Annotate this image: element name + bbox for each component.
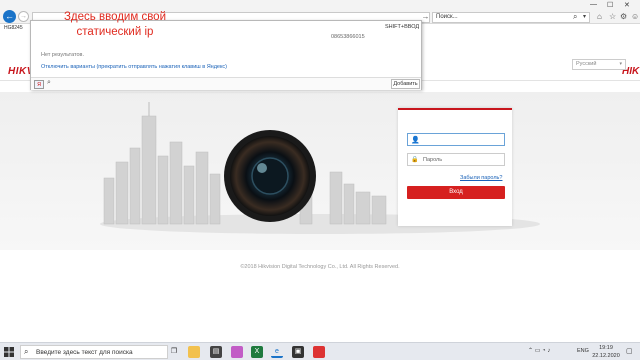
star-icon[interactable]: ☆ bbox=[609, 12, 616, 22]
add-button[interactable]: Добавить bbox=[391, 79, 420, 89]
gear-icon[interactable]: ⚙ bbox=[620, 12, 627, 22]
language-select[interactable]: Русский ▾ bbox=[572, 59, 626, 70]
maximize-icon[interactable]: ☐ bbox=[607, 1, 613, 9]
clock[interactable]: 19:19 22.12.2020 bbox=[591, 344, 621, 360]
annotation-text: Здесь вводим свой статический ip bbox=[40, 10, 190, 40]
suggestion-item[interactable]: 08653866015 bbox=[331, 34, 365, 40]
internet-explorer-icon[interactable]: e bbox=[271, 346, 283, 358]
no-results-text: Нет результатов. bbox=[41, 52, 84, 58]
password-input[interactable]: 🔒 Пароль bbox=[407, 153, 505, 166]
windows-start-icon[interactable] bbox=[3, 346, 15, 358]
file-explorer-icon[interactable] bbox=[188, 346, 200, 358]
search-icon[interactable]: ⌕ bbox=[573, 12, 577, 22]
notification-icon[interactable]: ▢ bbox=[626, 347, 633, 355]
chevron-down-icon[interactable]: ▾ bbox=[583, 12, 586, 22]
back-button[interactable]: ← bbox=[3, 10, 16, 23]
home-icon[interactable]: ⌂ bbox=[597, 12, 602, 22]
app-icon-2[interactable]: ▣ bbox=[292, 346, 304, 358]
username-input[interactable]: 👤 bbox=[407, 133, 505, 146]
clock-date: 22.12.2020 bbox=[592, 353, 620, 359]
user-icon: 👤 bbox=[411, 137, 420, 144]
disable-suggestions-link[interactable]: Отключить варианты (прекратить отправлят… bbox=[41, 64, 227, 70]
input-language[interactable]: ENG bbox=[577, 348, 589, 354]
taskbar-search-input[interactable]: ⌕ Введите здесь текст для поиска bbox=[20, 345, 168, 359]
minimize-icon[interactable]: — bbox=[590, 1, 597, 8]
app-icon-3[interactable] bbox=[313, 346, 325, 358]
task-view-icon[interactable]: ❐ bbox=[168, 346, 180, 358]
hero-banner bbox=[0, 92, 640, 250]
search-icon[interactable]: ⌕ bbox=[47, 79, 51, 87]
forgot-password-link[interactable]: Забыли пароль? bbox=[460, 175, 502, 181]
dropdown-footer: Я ⌕ Добавить bbox=[31, 77, 421, 90]
chevron-down-icon: ▾ bbox=[619, 61, 622, 67]
forward-button[interactable]: → bbox=[18, 11, 29, 22]
password-placeholder: Пароль bbox=[423, 157, 443, 163]
copyright-text: ©2018 Hikvision Digital Technology Co., … bbox=[240, 264, 400, 270]
language-value: Русский bbox=[576, 61, 597, 67]
login-button[interactable]: Вход bbox=[407, 186, 505, 199]
viber-icon[interactable] bbox=[231, 346, 243, 358]
login-panel: 👤 🔒 Пароль Забыли пароль? Вход bbox=[398, 108, 512, 226]
shortcut-hint: SHIFT+ВВОД bbox=[385, 24, 420, 30]
city-illustration bbox=[100, 102, 540, 234]
search-icon: ⌕ bbox=[24, 347, 29, 356]
annotation-line-2: статический ip bbox=[76, 26, 154, 38]
camera-lens-icon bbox=[224, 130, 316, 222]
browser-search-input[interactable]: Поиск... bbox=[432, 12, 590, 23]
smiley-icon[interactable]: ☺ bbox=[631, 12, 639, 22]
taskbar: ⌕ Введите здесь текст для поиска ❐ ▤ X e… bbox=[0, 342, 640, 360]
system-tray-icons[interactable]: ⌃ ▭ ◔ ♪ bbox=[528, 347, 550, 354]
yandex-icon[interactable]: Я bbox=[34, 80, 44, 89]
app-icon[interactable]: ▤ bbox=[210, 346, 222, 358]
taskbar-search-placeholder: Введите здесь текст для поиска bbox=[36, 349, 133, 356]
lock-icon: 🔒 bbox=[411, 157, 419, 163]
close-icon[interactable]: ✕ bbox=[624, 1, 630, 9]
annotation-line-1: Здесь вводим свой bbox=[63, 11, 166, 23]
clock-time: 19:19 bbox=[599, 345, 613, 351]
excel-icon[interactable]: X bbox=[251, 346, 263, 358]
